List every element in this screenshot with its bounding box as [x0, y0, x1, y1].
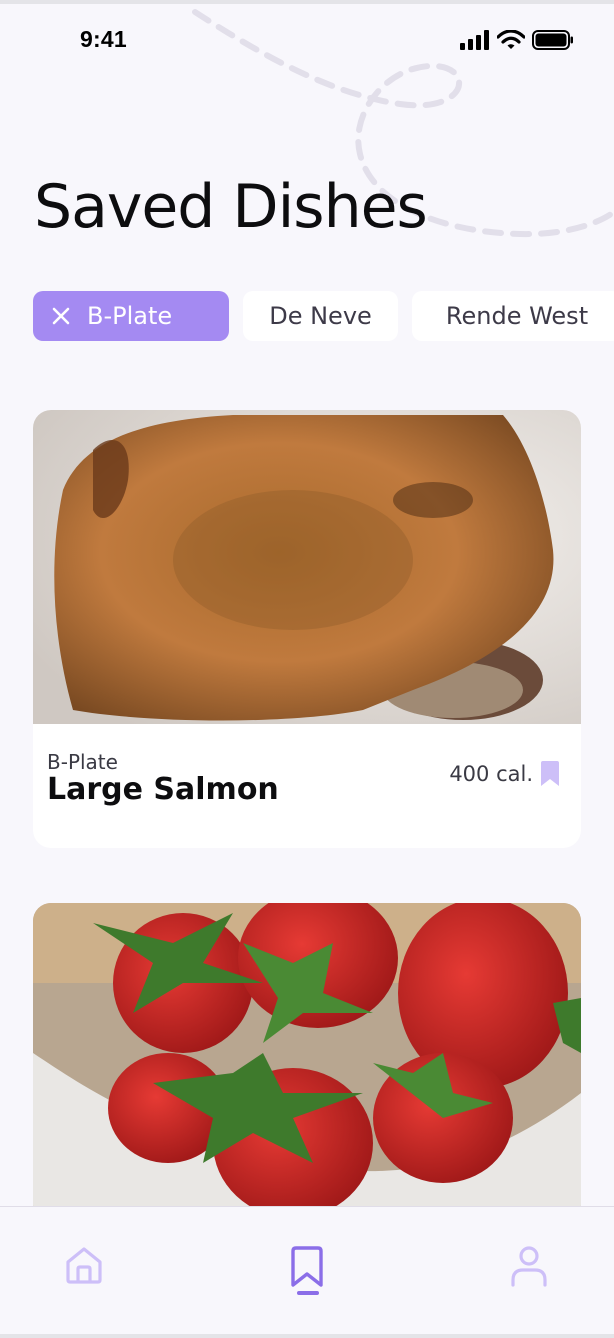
filter-chip-label: B-Plate: [87, 302, 173, 330]
close-icon[interactable]: [51, 306, 71, 326]
dish-calories: 400 cal.: [449, 762, 533, 786]
signal-icon: [460, 30, 489, 50]
profile-icon[interactable]: [510, 1245, 548, 1291]
bookmark-icon[interactable]: [539, 760, 561, 792]
dish-name: Large Salmon: [47, 772, 279, 807]
home-icon[interactable]: [64, 1245, 104, 1289]
filter-chip-label: De Neve: [269, 302, 372, 330]
salmon-photo: [33, 410, 581, 724]
filter-chip-b-plate[interactable]: B-Plate: [33, 291, 229, 341]
filter-chip-de-neve[interactable]: De Neve: [243, 291, 398, 341]
active-tab-indicator: [297, 1291, 319, 1295]
filter-chip-label: Rende West: [445, 302, 589, 330]
wifi-icon: [497, 30, 525, 49]
bookmark-icon[interactable]: [289, 1245, 325, 1293]
strawberries-photo: [33, 903, 581, 1223]
dish-card[interactable]: B-Plate Large Salmon 400 cal.: [33, 410, 581, 848]
saved-dishes-screen: 9:41 Saved Dishes B-Plate De Neve Rende …: [0, 4, 614, 1334]
tab-bar: [0, 1206, 614, 1334]
page-title: Saved Dishes: [34, 172, 428, 242]
status-time: 9:41: [80, 26, 127, 52]
dish-card-body: B-Plate Large Salmon 400 cal.: [33, 724, 581, 848]
battery-icon: [532, 30, 573, 50]
status-icons: [460, 30, 574, 50]
status-bar: 9:41: [0, 4, 614, 84]
dish-hall: B-Plate: [47, 750, 118, 774]
dish-card[interactable]: [33, 903, 581, 1223]
filter-chips: B-Plate De Neve Rende West: [33, 291, 614, 341]
filter-chip-rende-west[interactable]: Rende West: [412, 291, 614, 341]
